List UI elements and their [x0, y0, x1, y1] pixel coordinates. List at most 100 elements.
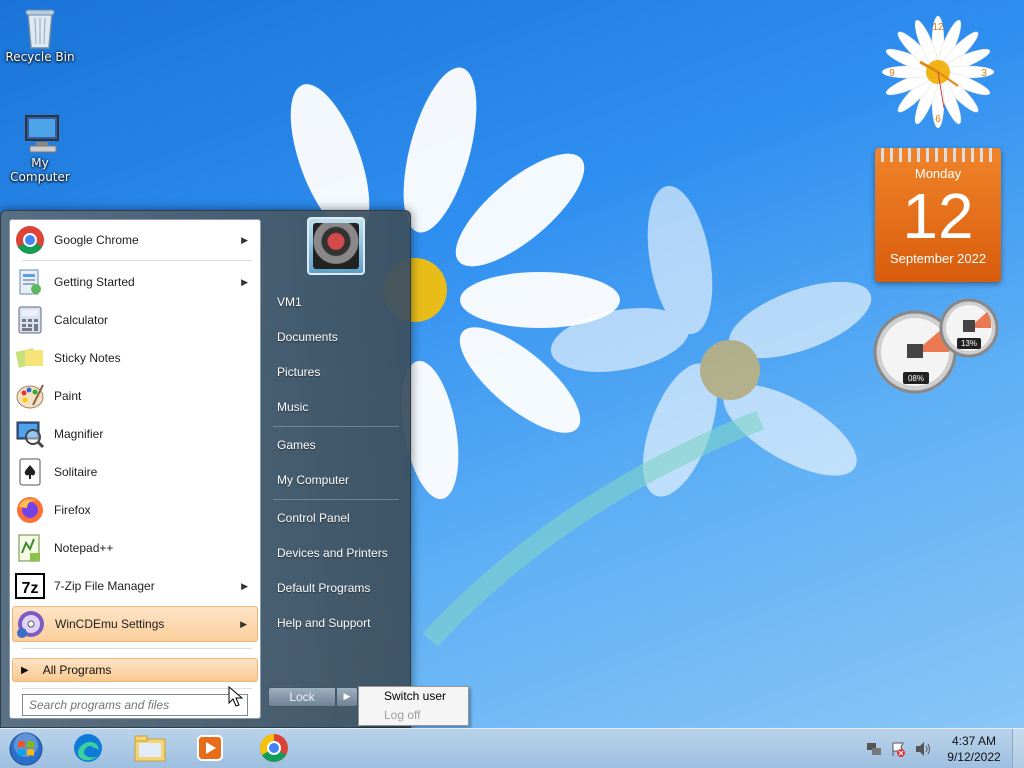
right-item-label: VM1 — [277, 295, 302, 309]
program-label: Getting Started — [54, 275, 135, 289]
submenu-arrow-icon: ▶ — [241, 580, 248, 591]
program-wincdemu-settings[interactable]: WinCDEmu Settings ▶ — [12, 606, 258, 642]
right-item-label: Help and Support — [277, 616, 371, 630]
desktop-icon-recycle-bin[interactable]: Recycle Bin — [0, 6, 80, 64]
program-label: Magnifier — [54, 427, 104, 441]
program-getting-started[interactable]: Getting Started ▶ — [12, 264, 258, 300]
all-programs-button[interactable]: ▶ All Programs — [12, 658, 258, 682]
right-item-label: Games — [277, 438, 316, 452]
start-right-games[interactable]: Games — [267, 430, 405, 460]
desktop-icon-my-computer[interactable]: My Computer — [0, 112, 80, 184]
program-google-chrome[interactable]: Google Chrome ▶ — [12, 222, 258, 258]
right-item-label: Music — [277, 400, 309, 414]
submenu-arrow-icon: ▶ — [241, 276, 248, 287]
user-avatar[interactable] — [307, 217, 365, 275]
program-label: Calculator — [54, 313, 109, 327]
computer-icon — [20, 112, 60, 153]
file-explorer-icon — [133, 733, 167, 766]
taskbar-chrome-button[interactable] — [254, 731, 294, 767]
taskbar-file-explorer-button[interactable] — [130, 731, 170, 767]
tray-action-center-icon[interactable] — [890, 741, 906, 757]
program-label: Firefox — [54, 503, 91, 517]
triangle-right-icon: ▶ — [21, 664, 29, 676]
cpu-percent-label: 08% — [908, 374, 924, 383]
program-magnifier[interactable]: Magnifier — [12, 416, 258, 452]
getting-started-icon — [14, 266, 46, 298]
tray-network-icon[interactable] — [866, 741, 882, 757]
calendar-day-number: 12 — [902, 180, 974, 252]
program-notepad-plus-plus[interactable]: Notepad++ — [12, 530, 258, 566]
program-calculator[interactable]: Calculator — [12, 302, 258, 338]
menu-item-switch-user[interactable]: Switch user — [359, 687, 468, 706]
edge-icon — [72, 732, 104, 767]
chrome-icon — [259, 733, 289, 766]
taskbar-clock[interactable]: 4:37 AM 9/12/2022 — [944, 733, 1004, 765]
menu-item-log-off: Log off — [384, 708, 421, 722]
start-right-my-computer[interactable]: My Computer — [267, 465, 405, 495]
chevron-right-icon: ▶ — [343, 692, 351, 702]
right-item-label: Default Programs — [277, 581, 371, 595]
start-right-vm1[interactable]: VM1 — [267, 287, 405, 317]
desktop-icon-label: Recycle Bin — [5, 50, 75, 64]
wincdemu-icon — [15, 608, 47, 640]
right-item-label: Documents — [277, 330, 338, 344]
submenu-arrow-icon: ▶ — [240, 618, 247, 629]
solitaire-icon — [14, 456, 46, 488]
program-label: Notepad++ — [54, 541, 114, 555]
program-paint[interactable]: Paint — [12, 378, 258, 414]
clock-gadget[interactable]: 12 3 6 9 — [878, 12, 998, 132]
calculator-icon — [14, 304, 46, 336]
calendar-month-year: September 2022 — [889, 251, 987, 266]
start-right-pictures[interactable]: Pictures — [267, 357, 405, 387]
start-button[interactable] — [6, 731, 46, 767]
lock-label: Lock — [289, 690, 315, 704]
right-item-label: My Computer — [277, 473, 350, 487]
show-desktop-button[interactable] — [1012, 729, 1024, 768]
start-menu-programs-pane: Google Chrome ▶ Getting Started ▶ Calcul… — [9, 219, 261, 719]
start-right-control-panel[interactable]: Control Panel — [267, 503, 405, 533]
taskbar: 4:37 AM 9/12/2022 — [0, 728, 1024, 768]
cpu-meter-gadget[interactable]: 08% 13% — [873, 298, 1001, 396]
clock-numeral-9: 9 — [889, 68, 895, 79]
program-label: 7-Zip File Manager — [54, 579, 155, 593]
program-label: Solitaire — [54, 465, 98, 479]
taskbar-edge-button[interactable] — [68, 731, 108, 767]
start-right-music[interactable]: Music — [267, 392, 405, 422]
program-solitaire[interactable]: Solitaire — [12, 454, 258, 490]
right-item-label: Control Panel — [277, 511, 350, 525]
notepad-plus-plus-icon — [14, 532, 46, 564]
program-label: WinCDEmu Settings — [55, 617, 165, 631]
start-right-default-programs[interactable]: Default Programs — [267, 573, 405, 603]
tray-volume-icon[interactable] — [914, 741, 932, 757]
media-player-icon — [195, 733, 225, 766]
program-firefox[interactable]: Firefox — [12, 492, 258, 528]
power-options-arrow-button[interactable]: ▶ — [336, 687, 358, 707]
start-menu: Google Chrome ▶ Getting Started ▶ Calcul… — [0, 210, 411, 728]
start-right-devices-and-printers[interactable]: Devices and Printers — [267, 538, 405, 568]
right-item-label: Devices and Printers — [277, 546, 388, 560]
taskbar-media-player-button[interactable] — [190, 731, 230, 767]
clock-time: 4:37 AM — [951, 734, 997, 748]
firefox-icon — [14, 494, 46, 526]
search-input[interactable] — [22, 694, 248, 716]
right-item-label: Pictures — [277, 365, 321, 379]
start-right-documents[interactable]: Documents — [267, 322, 405, 352]
all-programs-label: All Programs — [42, 663, 112, 677]
program-sticky-notes[interactable]: Sticky Notes — [12, 340, 258, 376]
clock-numeral-12: 12 — [932, 22, 944, 33]
magnifier-icon — [14, 418, 46, 450]
calendar-day-name: Monday — [914, 166, 962, 181]
calendar-rings — [881, 148, 995, 162]
calendar-gadget[interactable]: Monday 12 September 2022 — [875, 148, 1001, 282]
chrome-icon — [14, 224, 46, 256]
program-label: Google Chrome — [54, 233, 139, 247]
clock-date: 9/12/2022 — [947, 750, 1001, 764]
program-label: Sticky Notes — [54, 351, 121, 365]
clock-numeral-6: 6 — [935, 114, 941, 125]
sticky-notes-icon — [14, 342, 46, 374]
program-7zip[interactable]: 7z 7-Zip File Manager ▶ — [12, 568, 258, 604]
submenu-arrow-icon: ▶ — [241, 234, 248, 245]
svg-text:7z: 7z — [22, 580, 39, 597]
start-right-help-and-support[interactable]: Help and Support — [267, 608, 405, 638]
lock-button[interactable]: Lock — [268, 687, 336, 707]
